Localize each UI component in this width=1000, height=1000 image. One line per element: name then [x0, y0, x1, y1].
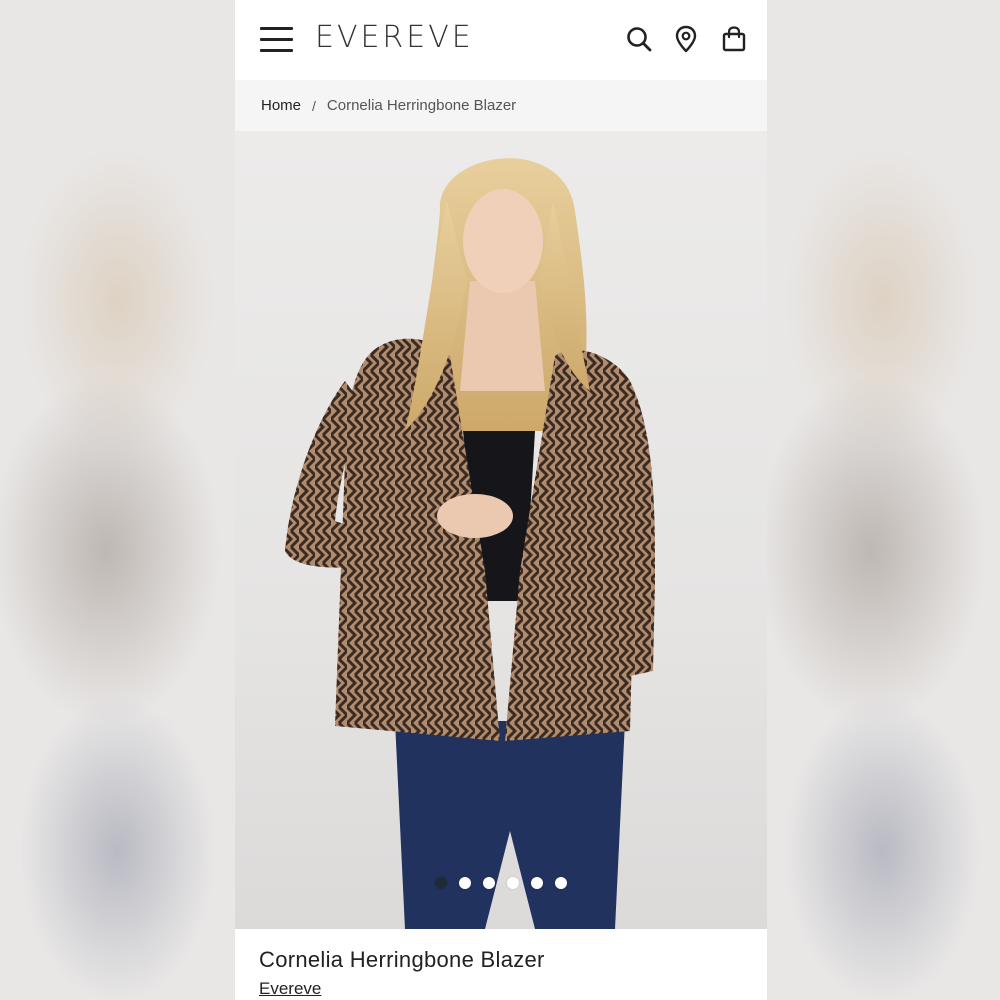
site-logo[interactable]: EVEREVE — [315, 20, 474, 55]
blurred-backdrop-right — [765, 0, 1000, 1000]
breadcrumb: Home / Cornelia Herringbone Blazer — [235, 80, 767, 131]
location-pin-icon[interactable] — [671, 24, 701, 54]
brand-link[interactable]: Evereve — [259, 979, 321, 999]
breadcrumb-current: Cornelia Herringbone Blazer — [326, 97, 517, 114]
gallery-dot-4[interactable] — [507, 877, 519, 889]
product-photo — [285, 158, 655, 929]
menu-icon[interactable] — [260, 27, 293, 53]
gallery-dot-2[interactable] — [459, 877, 471, 889]
gallery-dot-3[interactable] — [483, 877, 495, 889]
search-icon[interactable] — [624, 24, 654, 54]
gallery-dot-1[interactable] — [435, 877, 447, 889]
product-info: Cornelia Herringbone Blazer Evereve — [235, 929, 767, 1000]
blurred-backdrop-left — [0, 0, 235, 1000]
site-header: EVEREVE — [235, 0, 767, 80]
gallery-pagination-dots — [235, 877, 767, 889]
shopping-bag-icon[interactable] — [719, 24, 749, 54]
product-image-gallery[interactable] — [235, 131, 767, 929]
breadcrumb-separator: / — [312, 97, 316, 114]
product-title: Cornelia Herringbone Blazer — [259, 947, 545, 972]
gallery-dot-6[interactable] — [555, 877, 567, 889]
gallery-dot-5[interactable] — [531, 877, 543, 889]
breadcrumb-home-link[interactable]: Home — [261, 97, 301, 114]
mobile-page: EVEREVE Home / Cornelia Herringbone Blaz… — [235, 0, 767, 1000]
